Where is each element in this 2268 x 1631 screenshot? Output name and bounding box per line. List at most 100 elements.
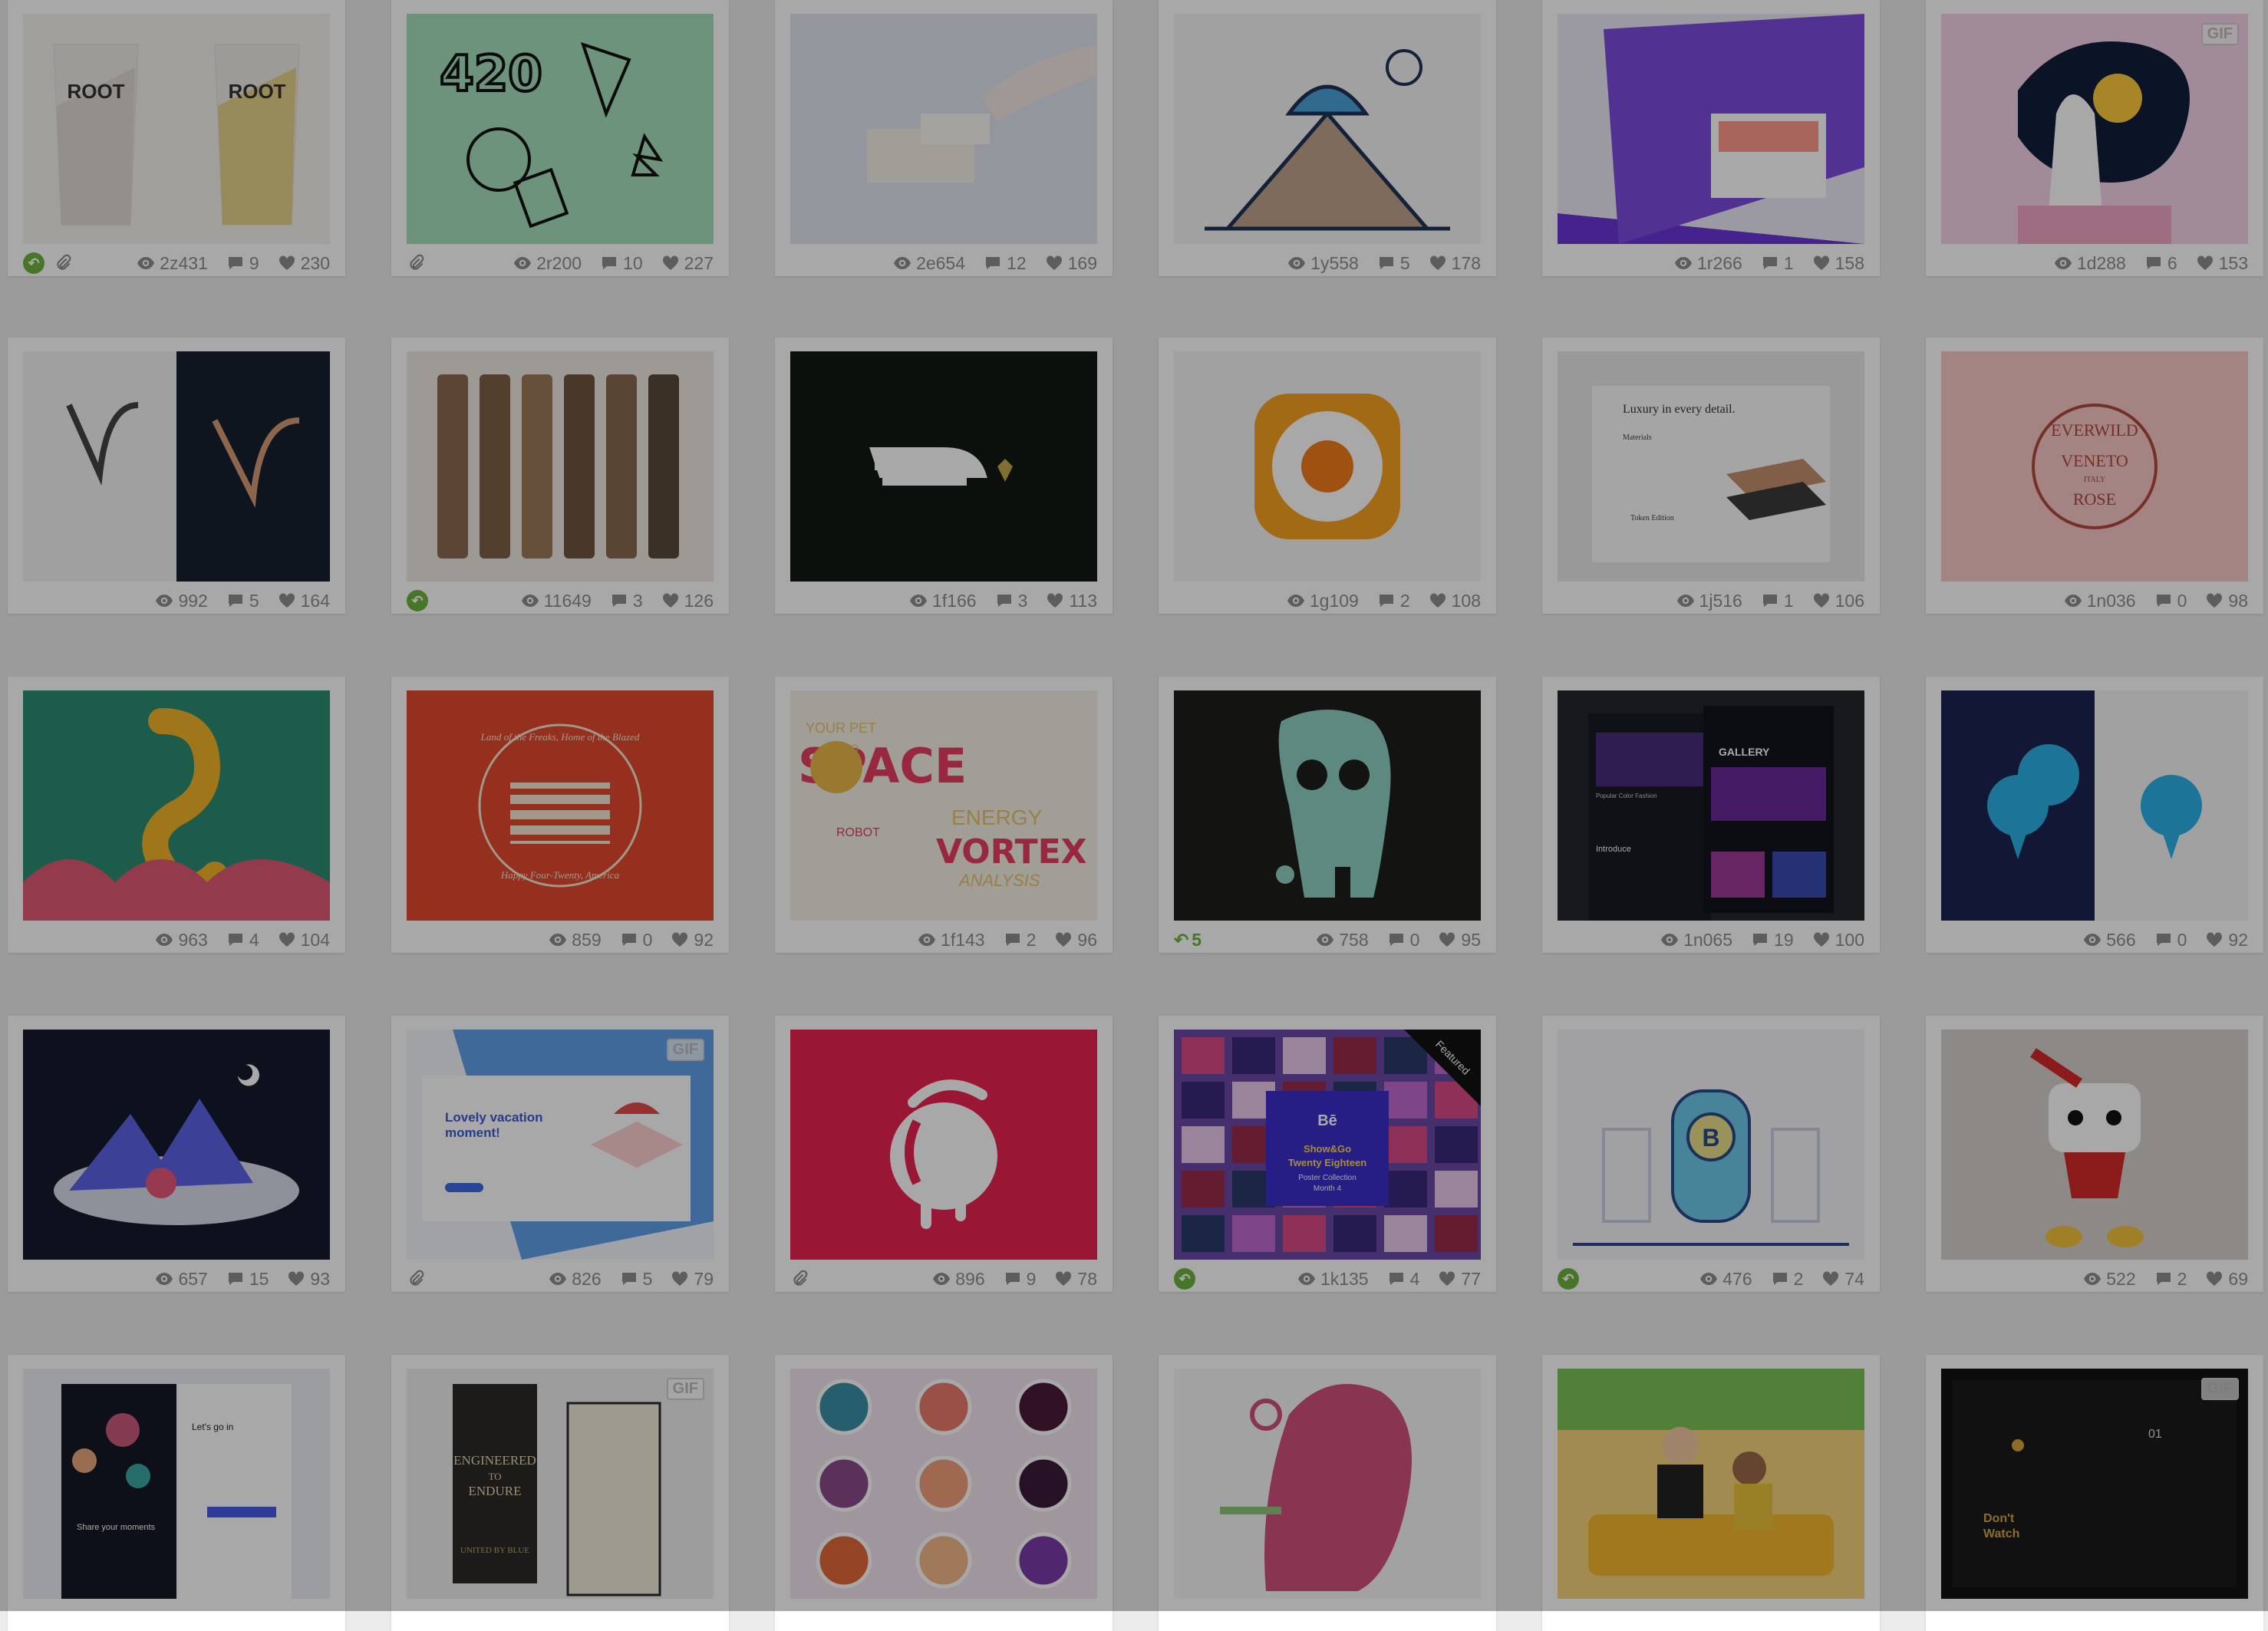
shot-card[interactable]: Luxury in every detail. Materials Token … [1542, 338, 1880, 614]
shot-card[interactable]: Lovely vacation moment! GIF 826 5 79 [391, 1016, 729, 1292]
shot-card[interactable]: 992 5 164 [8, 338, 345, 614]
rebound-icon[interactable]: ↶ [23, 252, 45, 274]
shot-card[interactable]: GIF 1d288 6 153 [1926, 0, 2263, 276]
likes-stat[interactable]: 106 [1812, 591, 1864, 611]
shot-thumbnail[interactable]: Lovely vacation moment! GIF [407, 1030, 714, 1260]
shot-thumbnail[interactable]: SPACE YOUR PET TO ENERGY VORTEX ANALYSIS… [790, 690, 1097, 921]
shot-thumbnail[interactable]: B [1558, 1030, 1864, 1260]
shot-thumbnail[interactable]: 420 [407, 14, 714, 244]
shot-thumbnail[interactable] [23, 690, 330, 921]
shot-card[interactable]: 657 15 93 [8, 1016, 345, 1292]
shot-thumbnail[interactable] [790, 1369, 1097, 1599]
shot-thumbnail[interactable] [1174, 14, 1481, 244]
views-count: 11649 [543, 590, 592, 611]
shot-thumbnail[interactable]: EVERWILD VENETO ITALY ROSE [1941, 351, 2248, 582]
shot-card[interactable]: EVERWILD VENETO ITALY ROSE 1n036 0 98 [1926, 338, 2263, 614]
shot-card[interactable]: ENGINEERED TO ENDURE UNITED BY BLUE GIF [391, 1355, 729, 1631]
likes-stat[interactable]: 79 [671, 1269, 714, 1290]
shot-card[interactable]: 963 4 104 [8, 677, 345, 953]
likes-stat[interactable]: 153 [2196, 253, 2248, 274]
likes-stat[interactable]: 164 [278, 591, 330, 611]
comment-icon [226, 591, 245, 610]
shot-thumbnail[interactable]: Luxury in every detail. Materials Token … [1558, 351, 1864, 582]
likes-stat[interactable]: 96 [1054, 930, 1097, 951]
shot-card[interactable]: 1y558 5 178 [1159, 0, 1496, 276]
likes-stat[interactable]: 98 [2205, 591, 2248, 611]
rebound-count[interactable]: ↶ 5 [1174, 930, 1202, 951]
shot-thumbnail[interactable] [1174, 351, 1481, 582]
shot-card[interactable]: 1r266 1 158 [1542, 0, 1880, 276]
shot-thumbnail[interactable]: ROOT ROOT [23, 14, 330, 244]
likes-stat[interactable]: 126 [661, 591, 714, 611]
shot-thumbnail[interactable] [23, 351, 330, 582]
likes-stat[interactable]: 113 [1046, 591, 1097, 611]
likes-stat[interactable]: 227 [661, 253, 714, 274]
likes-stat[interactable]: 158 [1812, 253, 1864, 274]
shot-card[interactable]: 1g109 2 108 [1159, 338, 1496, 614]
shot-thumbnail[interactable]: 01 Don't Watch GIF [1941, 1369, 2248, 1599]
shot-card[interactable]: 522 2 69 [1926, 1016, 2263, 1292]
paperclip-icon[interactable] [407, 254, 425, 272]
shot-card[interactable] [1542, 1355, 1880, 1631]
likes-stat[interactable]: 74 [1821, 1269, 1864, 1290]
likes-stat[interactable]: 108 [1429, 591, 1481, 611]
shot-card[interactable]: Let's go in Share your moments [8, 1355, 345, 1631]
likes-stat[interactable]: 92 [2205, 930, 2248, 951]
shot-card[interactable]: Bē Show&Go Twenty Eighteen Poster Collec… [1159, 1016, 1496, 1292]
shot-thumbnail[interactable] [1941, 690, 2248, 921]
shot-card[interactable]: 896 9 78 [775, 1016, 1113, 1292]
rebound-icon[interactable]: ↶ [407, 590, 428, 611]
shot-thumbnail[interactable] [407, 351, 714, 582]
shot-thumbnail[interactable] [1558, 1369, 1864, 1599]
likes-stat[interactable]: 104 [278, 930, 330, 951]
shot-stats: 476 2 74 [1699, 1269, 1864, 1290]
paperclip-icon[interactable] [407, 1270, 425, 1288]
comments-count: 4 [1409, 1268, 1420, 1289]
likes-stat[interactable]: 95 [1438, 930, 1481, 951]
shot-thumbnail[interactable] [1558, 14, 1864, 244]
shot-card[interactable]: 420 2r200 10 227 [391, 0, 729, 276]
shot-thumbnail[interactable]: Let's go in Share your moments [23, 1369, 330, 1599]
shot-thumbnail[interactable]: GIF [1941, 14, 2248, 244]
likes-stat[interactable]: 230 [278, 253, 330, 274]
shot-thumbnail[interactable] [23, 1030, 330, 1260]
shot-card[interactable]: ↶ 11649 3 126 [391, 338, 729, 614]
likes-stat[interactable]: 100 [1812, 930, 1864, 951]
rebound-icon[interactable]: ↶ [1558, 1268, 1579, 1290]
rebound-icon[interactable]: ↶ [1174, 1268, 1195, 1290]
shot-thumbnail[interactable]: GALLERY Introduce Popular Color Fashion [1558, 690, 1864, 921]
shot-card[interactable] [1159, 1355, 1496, 1631]
shot-card[interactable] [775, 1355, 1113, 1631]
shot-card[interactable]: GALLERY Introduce Popular Color Fashion … [1542, 677, 1880, 953]
comments-count: 6 [2167, 252, 2177, 273]
shot-thumbnail[interactable]: Bē Show&Go Twenty Eighteen Poster Collec… [1174, 1030, 1481, 1260]
likes-stat[interactable]: 169 [1045, 253, 1097, 274]
shot-card[interactable]: 2e654 12 169 [775, 0, 1113, 276]
shot-card[interactable]: B ↶ 476 2 74 [1542, 1016, 1880, 1292]
shot-card[interactable]: 566 0 92 [1926, 677, 2263, 953]
likes-stat[interactable]: 78 [1054, 1269, 1097, 1290]
shot-card[interactable]: 01 Don't Watch GIF [1926, 1355, 2263, 1631]
shot-card[interactable]: 1f166 3 113 [775, 338, 1113, 614]
likes-stat[interactable]: 178 [1429, 253, 1481, 274]
shot-thumbnail[interactable] [1174, 1369, 1481, 1599]
shot-thumbnail[interactable] [790, 14, 1097, 244]
shot-meta-left: ↶ [407, 590, 521, 611]
shot-card[interactable]: SPACE YOUR PET TO ENERGY VORTEX ANALYSIS… [775, 677, 1113, 953]
likes-stat[interactable]: 93 [287, 1269, 330, 1290]
shot-thumbnail[interactable] [1174, 690, 1481, 921]
shot-thumbnail[interactable] [790, 351, 1097, 582]
likes-stat[interactable]: 69 [2205, 1269, 2248, 1290]
likes-stat[interactable]: 92 [671, 930, 714, 951]
comments-stat: 10 [600, 253, 643, 274]
likes-stat[interactable]: 77 [1438, 1269, 1481, 1290]
paperclip-icon[interactable] [54, 254, 72, 272]
shot-card[interactable]: ROOT ROOT ↶ 2z431 9 230 [8, 0, 345, 276]
shot-card[interactable]: Land of the Freaks, Home of the Blazed H… [391, 677, 729, 953]
shot-thumbnail[interactable]: ENGINEERED TO ENDURE UNITED BY BLUE GIF [407, 1369, 714, 1599]
paperclip-icon[interactable] [790, 1270, 809, 1288]
shot-thumbnail[interactable] [1941, 1030, 2248, 1260]
shot-thumbnail[interactable] [790, 1030, 1097, 1260]
shot-thumbnail[interactable]: Land of the Freaks, Home of the Blazed H… [407, 690, 714, 921]
shot-card[interactable]: ↶ 5 758 0 95 [1159, 677, 1496, 953]
